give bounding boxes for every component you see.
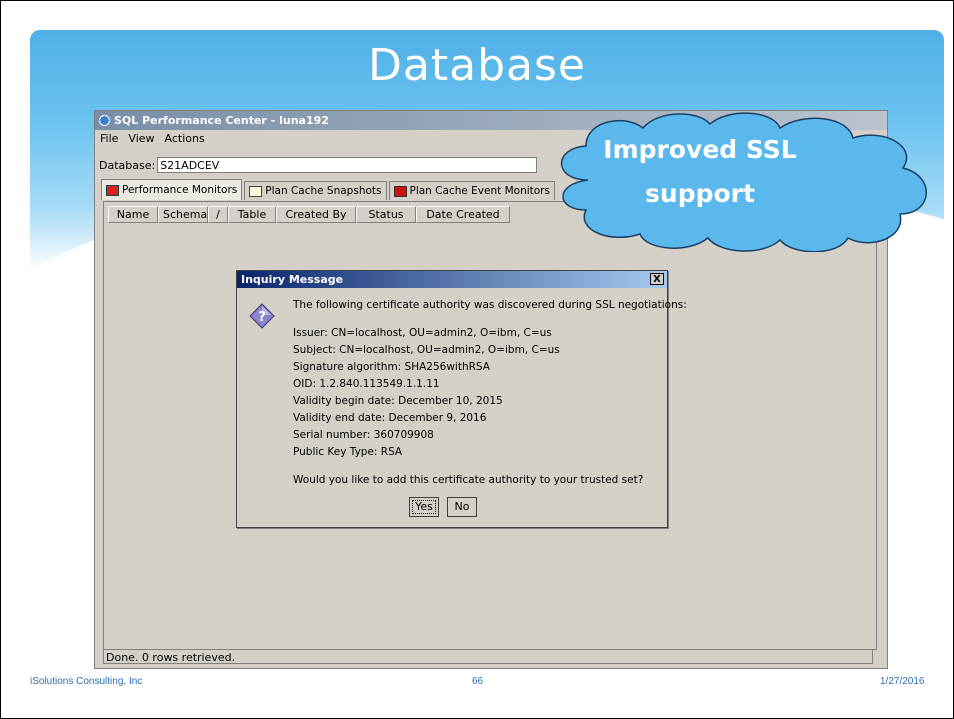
camera-icon [249,185,263,197]
dialog-title: Inquiry Message [241,273,344,286]
tab-label: Performance Monitors [122,184,238,196]
database-label: Database: [99,158,156,172]
yes-button[interactable]: Yes [409,497,439,517]
close-icon[interactable]: X [650,273,664,285]
performance-monitor-icon [106,184,119,196]
column-sort-indicator[interactable]: / [208,206,228,223]
svg-text:?: ? [258,310,266,325]
tab-plan-cache-event-monitors[interactable]: Plan Cache Event Monitors [388,181,555,200]
event-monitor-icon [393,185,407,197]
tab-label: Plan Cache Snapshots [265,185,382,197]
cert-signature-algorithm: Signature algorithm: SHA256withRSA [293,361,490,373]
database-row: Database: S21ADCEV [99,157,538,173]
dialog-message: The following certificate authority was … [293,297,687,489]
dialog-titlebar[interactable]: Inquiry Message X [237,271,667,288]
column-date-created[interactable]: Date Created [416,206,510,223]
cert-validity-end: Validity end date: December 9, 2016 [293,412,487,424]
cloud-callout-text: Improved SSL support [560,128,840,216]
footer-page-number: 66 [472,676,484,687]
tab-plan-cache-snapshots[interactable]: Plan Cache Snapshots [244,181,387,200]
callout-line-2: support [645,179,755,208]
window-title: SQL Performance Center - luna192 [114,114,329,127]
tab-label: Plan Cache Event Monitors [409,185,550,197]
menu-actions[interactable]: Actions [165,130,205,148]
cert-serial-number: Serial number: 360709908 [293,429,434,441]
cert-public-key-type: Public Key Type: RSA [293,446,403,458]
dialog-buttons: Yes No [409,497,477,517]
question-diamond-icon: ? [249,303,275,329]
column-name[interactable]: Name [108,206,158,223]
database-field[interactable]: S21ADCEV [157,157,538,173]
table-header: Name Schema / Table Created By Status Da… [108,206,510,223]
menu-file[interactable]: File [100,130,118,148]
cert-oid: OID: 1.2.840.113549.1.1.11 [293,378,440,390]
menu-view[interactable]: View [128,130,154,148]
slide-title: Database [368,40,586,91]
column-status[interactable]: Status [356,206,416,223]
footer-date: 1/27/2016 [880,676,925,687]
cert-issuer: Issuer: CN=localhost, OU=admin2, O=ibm, … [293,327,552,339]
inquiry-dialog: Inquiry Message X ? The following certif… [236,270,687,528]
callout-line-1: Improved SSL [603,135,797,164]
column-schema[interactable]: Schema [158,206,208,223]
cert-validity-begin: Validity begin date: December 10, 2015 [293,395,503,407]
app-icon [99,115,110,126]
status-bar: Done. 0 rows retrieved. [103,649,873,664]
cert-subject: Subject: CN=localhost, OU=admin2, O=ibm,… [293,344,560,356]
column-table[interactable]: Table [228,206,276,223]
tab-performance-monitors[interactable]: Performance Monitors [101,179,243,200]
dialog-intro: The following certificate authority was … [293,299,687,311]
column-created-by[interactable]: Created By [276,206,356,223]
tab-strip: Performance Monitors Plan Cache Snapshot… [101,179,557,200]
no-button[interactable]: No [447,497,477,517]
dialog-question: Would you like to add this certificate a… [293,474,644,486]
footer-company: iSolutions Consulting, Inc [30,676,143,687]
